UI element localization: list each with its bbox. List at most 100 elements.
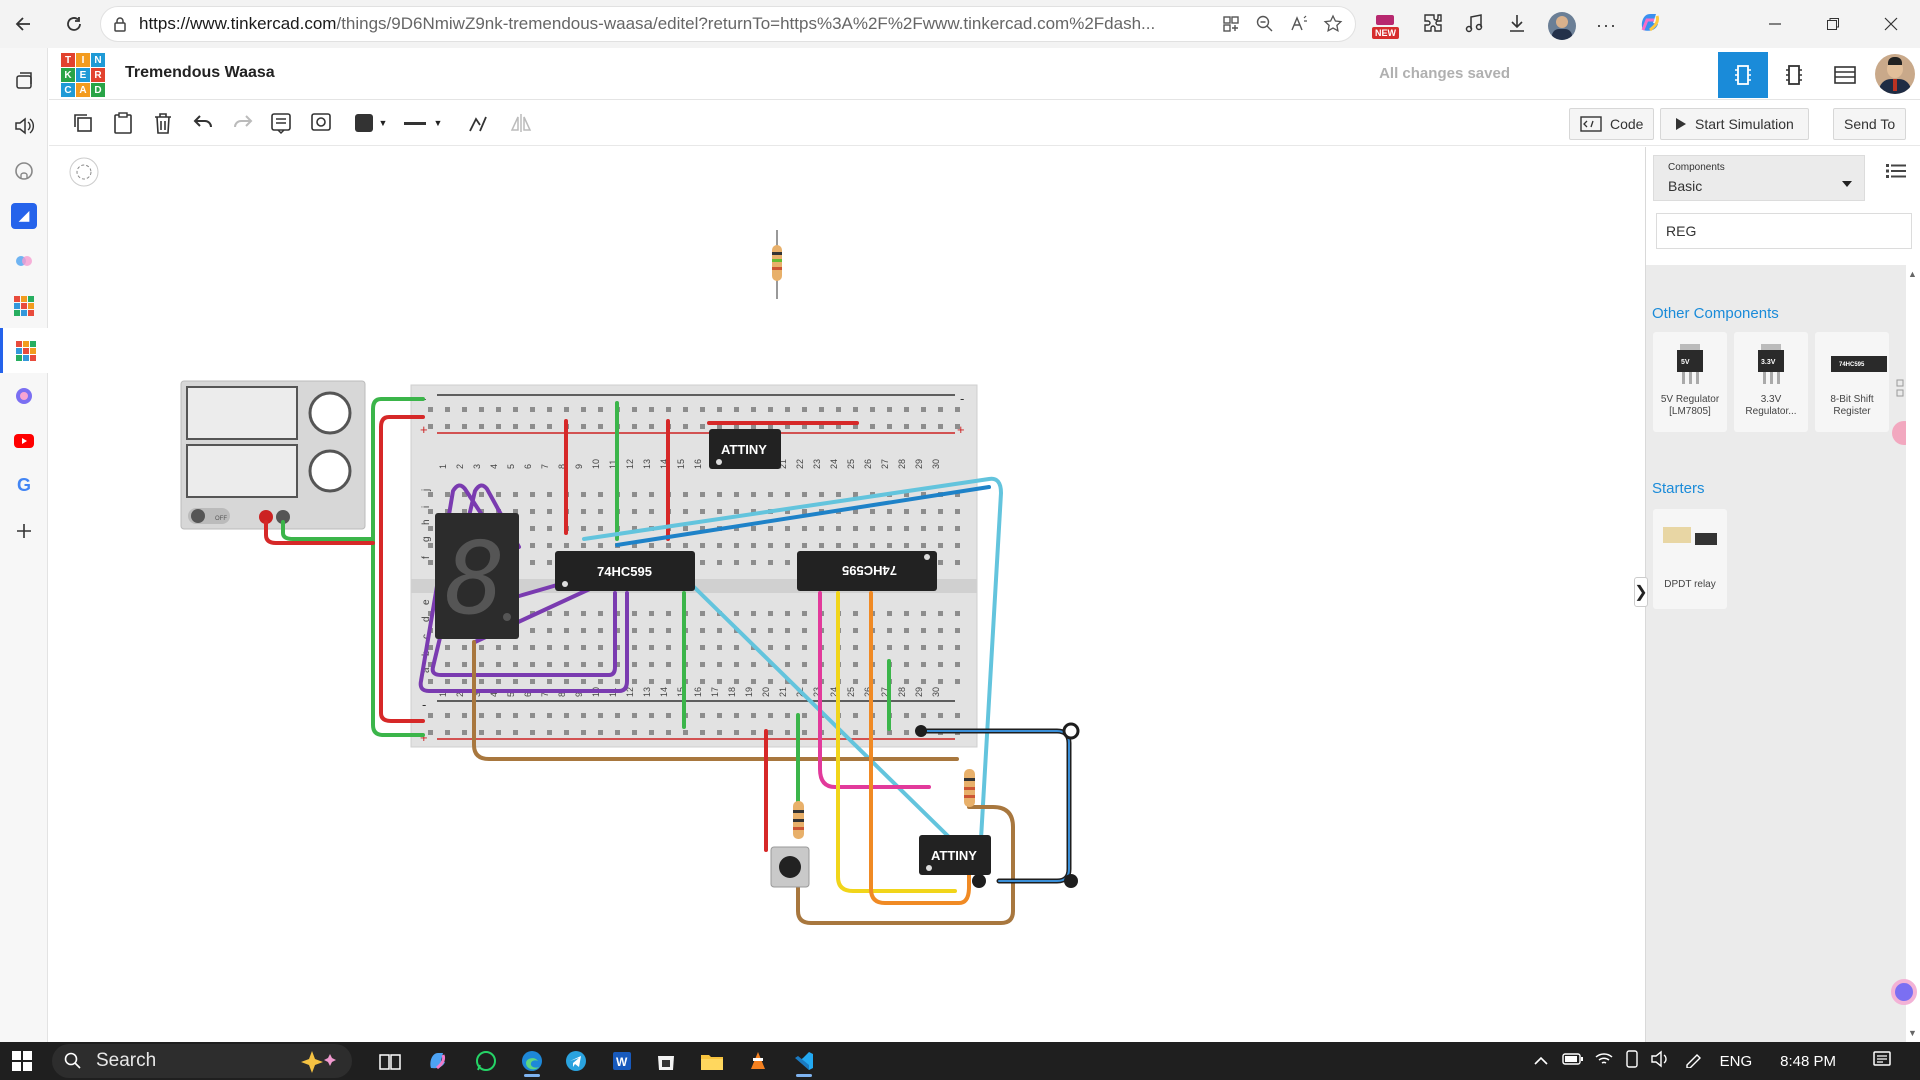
components-dropdown[interactable]: Components Basic — [1653, 155, 1865, 201]
shift-register-left[interactable]: 74HC595 — [555, 551, 695, 591]
undo-button[interactable] — [187, 108, 219, 138]
copilot-app[interactable] — [418, 1045, 458, 1077]
tinkercad-logo[interactable]: T I N K E R C A D — [61, 53, 105, 97]
panel-collapse-button[interactable]: ❯ — [1634, 577, 1648, 607]
push-button[interactable] — [770, 846, 810, 888]
code-button[interactable]: Code — [1569, 108, 1655, 140]
paste-button[interactable] — [107, 108, 139, 138]
sidebar-app-blue[interactable]: ◢ — [0, 193, 48, 238]
lock-icon[interactable] — [113, 16, 127, 32]
attiny-chip-bottom[interactable]: ATTINY — [919, 835, 991, 875]
pen-icon[interactable] — [1684, 1050, 1704, 1072]
component-card-shift-register[interactable]: 74HC595 8-Bit Shift Register — [1815, 332, 1889, 432]
component-card-3v3-regulator[interactable]: 3.3V 3.3V Regulator... — [1734, 332, 1808, 432]
resistor-attiny[interactable] — [964, 769, 975, 807]
circuit-view-button[interactable] — [1718, 52, 1768, 98]
tray-chevron-icon[interactable] — [1534, 1053, 1548, 1070]
media-control-icon[interactable] — [1464, 12, 1486, 39]
address-url[interactable]: https://www.tinkercad.com/things/9D6Nmiw… — [139, 14, 1179, 34]
taskbar-search[interactable]: Search — [52, 1044, 352, 1078]
shift-register-right[interactable]: 74HC595 — [797, 551, 937, 591]
battery-icon[interactable] — [1561, 1052, 1584, 1070]
sidebar-youtube[interactable] — [0, 418, 48, 463]
zoom-icon[interactable] — [1255, 13, 1275, 40]
row-letter: h — [421, 519, 432, 525]
copy-button[interactable] — [67, 108, 99, 138]
rotate-icon — [469, 116, 487, 132]
send-to-button[interactable]: Send To — [1833, 108, 1907, 140]
tab-actions-button[interactable] — [0, 58, 48, 103]
rotate-button[interactable] — [462, 108, 494, 138]
volume-icon[interactable] — [1650, 1050, 1670, 1072]
file-explorer-app[interactable] — [692, 1045, 732, 1077]
address-bar[interactable]: https://www.tinkercad.com/things/9D6Nmiw… — [100, 6, 1356, 42]
language-indicator[interactable]: ENG — [1720, 1053, 1753, 1070]
task-view-button[interactable] — [370, 1045, 410, 1077]
redo-button[interactable] — [227, 108, 259, 138]
attiny-chip-top[interactable]: ATTINY — [709, 429, 781, 469]
downloads-icon[interactable] — [1506, 12, 1528, 39]
component-list-button[interactable] — [1820, 52, 1870, 98]
start-simulation-button[interactable]: Start Simulation — [1660, 108, 1809, 140]
resistor-button[interactable] — [793, 801, 804, 839]
fit-view-button[interactable] — [69, 157, 99, 187]
app-available-icon[interactable] — [1221, 13, 1241, 40]
schematic-view-button[interactable] — [1769, 52, 1819, 98]
notes-button[interactable] — [265, 108, 297, 138]
component-search-input[interactable] — [1656, 213, 1912, 249]
refresh-button[interactable] — [56, 6, 92, 42]
project-title[interactable]: Tremendous Waasa — [125, 64, 275, 82]
extensions-icon[interactable] — [1422, 12, 1444, 39]
column-number: 18 — [727, 687, 737, 697]
more-options-icon[interactable]: ··· — [1596, 15, 1617, 36]
component-card-5v-regulator[interactable]: 5V 5V Regulator [LM7805] — [1653, 332, 1727, 432]
copilot-float-icon[interactable] — [1891, 979, 1917, 1005]
circuit-canvas[interactable]: OFF - + - + - + 123456789101112131415161… — [49, 147, 1645, 1042]
edge-icon — [522, 1051, 542, 1071]
vlc-app[interactable] — [738, 1045, 778, 1077]
panel-scrollbar[interactable]: ▲ ▼ — [1906, 265, 1920, 1042]
store-app[interactable] — [646, 1045, 686, 1077]
start-button[interactable] — [2, 1045, 42, 1077]
read-aloud-icon[interactable] — [1289, 13, 1309, 40]
power-supply[interactable] — [180, 380, 366, 530]
delete-button[interactable] — [147, 108, 179, 138]
back-button[interactable] — [6, 6, 42, 42]
minimize-button[interactable] — [1746, 0, 1804, 48]
sidebar-copilot[interactable] — [0, 238, 48, 283]
sidebar-tinkercad-2[interactable] — [0, 328, 48, 373]
sidebar-add[interactable] — [0, 508, 48, 553]
seven-segment-display[interactable]: 8 — [435, 513, 519, 639]
phone-link-icon[interactable] — [1624, 1050, 1640, 1072]
list-view-button[interactable] — [1886, 163, 1906, 184]
clock[interactable]: 8:48 PM — [1780, 1053, 1836, 1070]
starter-card-dpdt-relay[interactable]: DPDT relay — [1653, 509, 1727, 609]
wire-type-picker[interactable]: ▼ — [401, 108, 445, 138]
circuit-drawing[interactable]: OFF - + - + - + 123456789101112131415161… — [49, 147, 1645, 1042]
restore-button[interactable] — [1804, 0, 1862, 48]
whatsapp-app[interactable] — [466, 1045, 506, 1077]
tinkercad-icon — [15, 340, 36, 361]
sidebar-tinkercad-1[interactable] — [0, 283, 48, 328]
profile-avatar-icon[interactable] — [1548, 11, 1576, 40]
vscode-app[interactable] — [784, 1045, 824, 1077]
notifications-icon[interactable] — [1872, 1049, 1892, 1073]
audio-button[interactable] — [0, 103, 48, 148]
resistor-top[interactable] — [772, 230, 782, 299]
tabs-icon — [16, 71, 32, 89]
flip-button[interactable] — [505, 108, 537, 138]
sidebar-google[interactable]: G — [0, 463, 48, 508]
close-window-button[interactable] — [1862, 0, 1920, 48]
color-picker[interactable]: ▼ — [349, 108, 393, 138]
user-avatar[interactable] — [1875, 54, 1915, 94]
favorite-star-icon[interactable] — [1323, 13, 1343, 40]
new-badge-extension[interactable]: NEW — [1372, 11, 1402, 41]
github-button[interactable] — [0, 148, 48, 193]
telegram-app[interactable] — [556, 1045, 596, 1077]
wifi-icon[interactable] — [1594, 1051, 1614, 1071]
notes-toggle-button[interactable] — [305, 108, 337, 138]
copilot-icon[interactable] — [1637, 10, 1663, 41]
word-app[interactable]: W — [602, 1045, 642, 1077]
sidebar-copilot-2[interactable] — [0, 373, 48, 418]
edge-app[interactable] — [512, 1045, 552, 1077]
